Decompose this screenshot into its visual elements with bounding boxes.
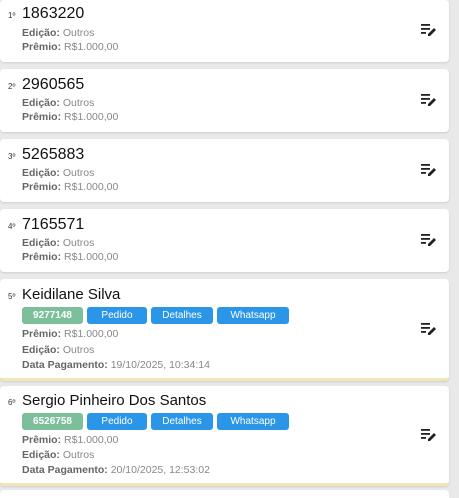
payment-date-line: Data Pagamento: 19/10/2025, 10:34:14 [22, 359, 210, 371]
winner-name: Keidilane Silva [22, 286, 121, 303]
playlist-edit-icon[interactable] [421, 163, 437, 177]
rank-label: 3º [8, 152, 16, 161]
rank-label: 6º [8, 398, 16, 407]
ticket-number: 1863220 [22, 5, 85, 22]
action-buttons: 9277148 Pedido Detalhes Whatsapp [22, 307, 289, 324]
playlist-edit-icon[interactable] [421, 23, 437, 37]
action-buttons: 6526758 Pedido Detalhes Whatsapp [22, 413, 289, 430]
playlist-edit-icon[interactable] [421, 233, 437, 247]
whatsapp-button[interactable]: Whatsapp [217, 413, 289, 430]
edition-line: Edição: Outros [22, 97, 95, 109]
pedido-button[interactable]: Pedido [87, 307, 147, 324]
edition-line: Edição: Outros [22, 27, 95, 39]
prize-line: Prêmio: R$1.000,00 [22, 111, 119, 123]
ticket-number: 5265883 [22, 146, 85, 163]
playlist-edit-icon[interactable] [421, 428, 437, 442]
playlist-edit-icon[interactable] [421, 322, 437, 336]
prize-line: Prêmio: R$1.000,00 [22, 251, 119, 263]
prize-line: Prêmio: R$1.000,00 [22, 41, 119, 53]
ticket-number: 2960565 [22, 76, 85, 93]
list-item: 3º 5265883 Edição: Outros Prêmio: R$1.00… [0, 139, 449, 202]
rank-label: 5º [8, 292, 16, 301]
winner-item: 5º Keidilane Silva 9277148 Pedido Detalh… [0, 279, 449, 381]
list-item: 1º 1863220 Edição: Outros Prêmio: R$1.00… [0, 0, 449, 62]
rank-label: 4º [8, 222, 16, 231]
prize-line: Prêmio: R$1.000,00 [22, 181, 119, 193]
edition-line: Edição: Outros [22, 344, 95, 356]
list-item: 2º 2960565 Edição: Outros Prêmio: R$1.00… [0, 69, 449, 132]
next-list-item-edge [0, 490, 449, 498]
payment-date-line: Data Pagamento: 20/10/2025, 12:53:02 [22, 464, 210, 476]
rank-label: 2º [8, 82, 16, 91]
ticket-code-badge[interactable]: 6526758 [22, 413, 83, 430]
ticket-code-badge[interactable]: 9277148 [22, 307, 83, 324]
whatsapp-button[interactable]: Whatsapp [217, 307, 289, 324]
list-item: 4º 7165571 Edição: Outros Prêmio: R$1.00… [0, 209, 449, 272]
prize-line: Prêmio: R$1.000,00 [22, 328, 119, 340]
detalhes-button[interactable]: Detalhes [151, 307, 213, 324]
winner-item: 6º Sergio Pinheiro Dos Santos 6526758 Pe… [0, 386, 449, 486]
edition-line: Edição: Outros [22, 237, 95, 249]
winners-list: 1º 1863220 Edição: Outros Prêmio: R$1.00… [0, 0, 459, 498]
detalhes-button[interactable]: Detalhes [151, 413, 213, 430]
edition-line: Edição: Outros [22, 449, 95, 461]
edition-line: Edição: Outros [22, 167, 95, 179]
playlist-edit-icon[interactable] [421, 93, 437, 107]
ticket-number: 7165571 [22, 216, 85, 233]
winner-name: Sergio Pinheiro Dos Santos [22, 392, 207, 409]
pedido-button[interactable]: Pedido [87, 413, 147, 430]
rank-label: 1º [8, 11, 16, 20]
prize-line: Prêmio: R$1.000,00 [22, 434, 119, 446]
